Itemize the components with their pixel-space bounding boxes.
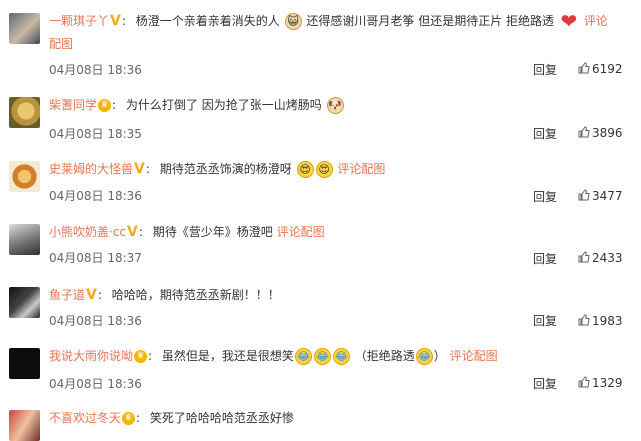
comment-text: 期待范丞丞饰演的杨澄呀 [159, 162, 292, 176]
comment-body: 我说大雨你说呦 ♛: 虽然但是，我还是很想笑 😂 😂 😂 （拒绝路透 😂） 评论配图 [49, 348, 498, 365]
username-link[interactable]: 一颗琪子丫 [49, 14, 109, 28]
avatar[interactable] [9, 13, 40, 44]
cat-emoji-icon: 😺 [284, 13, 302, 30]
verified-v-icon: V [134, 161, 145, 177]
username-link[interactable]: 鱼子道 [49, 288, 85, 302]
comment-body: 史莱姆的大怪兽V: 期待范丞丞饰演的杨澄呀 😍 😍 评论配图 [49, 161, 385, 178]
comment-body: 鱼子道V: 哈哈哈，期待范丞丞新剧！！！ [49, 287, 280, 304]
reply-button[interactable]: 回复 [533, 250, 557, 267]
username-link[interactable]: 我说大雨你说呦 [49, 349, 133, 363]
like-button[interactable]: 1983 [578, 314, 623, 328]
comment-image-link[interactable]: 评论配图 [450, 349, 498, 363]
like-button[interactable]: 6192 [578, 62, 623, 76]
username-link[interactable]: 柴蓍同学 [49, 98, 97, 112]
colon: : [138, 225, 143, 239]
timestamp: 04月08日 18:36 [49, 377, 142, 391]
like-count: 3896 [592, 126, 623, 140]
laugh-emoji-icon: 😍 [315, 161, 333, 178]
comment-text: （拒绝路透 [354, 349, 415, 363]
laugh-cry-emoji-icon: 😂 [313, 348, 331, 365]
avatar[interactable] [9, 348, 40, 379]
username-link[interactable]: 小熊吹奶盖·cc [49, 225, 126, 239]
timestamp: 04月08日 18:35 [49, 127, 142, 141]
colon: : [97, 288, 102, 302]
like-count: 2433 [592, 251, 623, 265]
reply-button[interactable]: 回复 [533, 61, 557, 78]
avatar[interactable] [9, 161, 40, 192]
thumbs-up-icon [578, 314, 590, 326]
like-count: 6192 [592, 62, 623, 76]
thumbs-up-icon [578, 376, 590, 388]
like-button[interactable]: 2433 [578, 251, 623, 265]
verified-v-icon: V [110, 13, 121, 29]
avatar[interactable] [9, 224, 40, 255]
like-button[interactable]: 3477 [578, 189, 623, 203]
like-count: 1329 [592, 376, 623, 390]
verified-v-icon: V [127, 224, 138, 240]
thumbs-up-icon [578, 62, 590, 74]
reply-button[interactable]: 回复 [533, 125, 557, 142]
colon: : [112, 98, 117, 112]
like-button[interactable]: 1329 [578, 376, 623, 390]
laugh-emoji-icon: 😍 [296, 161, 314, 178]
timestamp: 04月08日 18:36 [49, 314, 142, 328]
timestamp: 04月08日 18:36 [49, 63, 142, 77]
username-link[interactable]: 不喜欢过冬天 [49, 411, 121, 425]
comment-body: 小熊吹奶盖·ccV: 期待《营少年》杨澄吧 评论配图 [49, 224, 325, 241]
comment-image-link[interactable]: 评论配图 [277, 225, 325, 239]
comment-text: 杨澄一个亲着亲着消失的人 [135, 14, 280, 28]
comment-body: 一颗琪子丫V: 杨澄一个亲着亲着消失的人 😺 还得感谢川哥月老筝 但还是期待正片… [49, 10, 619, 56]
comment-text: 还得感谢川哥月老筝 但还是期待正片 拒绝路透 [306, 14, 555, 28]
comment-text: 期待《营少年》杨澄吧 [152, 225, 273, 239]
comment-image-link[interactable]: 评论配图 [337, 162, 385, 176]
thumbs-up-icon [578, 189, 590, 201]
heart-emoji-icon: ❤ [560, 9, 578, 33]
like-count: 3477 [592, 189, 623, 203]
timestamp: 04月08日 18:36 [49, 189, 142, 203]
verified-v-icon: V [86, 287, 97, 303]
vip-crown-icon: ♛ [98, 99, 112, 112]
avatar[interactable] [9, 97, 40, 128]
laugh-cry-emoji-icon: 😂 [332, 348, 350, 365]
timestamp: 04月08日 18:37 [49, 251, 142, 265]
avatar[interactable] [9, 410, 40, 441]
comment-text: 哈哈哈，期待范丞丞新剧！！！ [111, 288, 280, 302]
like-button[interactable]: 3896 [578, 126, 623, 140]
comment-text: 虽然但是，我还是很想笑 [161, 349, 294, 363]
laugh-cry-emoji-icon: 😂 [294, 348, 312, 365]
username-link[interactable]: 史莱姆的大怪兽 [49, 162, 133, 176]
dog-emoji-icon: 🐶 [326, 97, 344, 114]
comment-body: 不喜欢过冬天 ♛: 笑死了哈哈哈哈范丞丞好惨 [49, 410, 294, 427]
like-count: 1983 [592, 314, 623, 328]
colon: : [148, 349, 153, 363]
vip-crown-icon: ♛ [122, 412, 136, 425]
vip-crown-icon: ♛ [134, 350, 148, 363]
comment-body: 柴蓍同学 ♛: 为什么打倒了 因为抢了张一山烤肠吗 🐶 [49, 97, 345, 114]
comment-text: 笑死了哈哈哈哈范丞丞好惨 [149, 411, 294, 425]
comment-text: 为什么打倒了 因为抢了张一山烤肠吗 [125, 98, 322, 112]
reply-button[interactable]: 回复 [533, 312, 557, 329]
avatar[interactable] [9, 287, 40, 318]
thumbs-up-icon [578, 126, 590, 138]
thumbs-up-icon [578, 251, 590, 263]
colon: : [145, 162, 150, 176]
reply-button[interactable]: 回复 [533, 375, 557, 392]
laugh-cry-emoji-icon: 😂 [415, 348, 433, 365]
colon: : [121, 14, 126, 28]
colon: : [136, 411, 141, 425]
comment-text: ） [433, 349, 446, 363]
reply-button[interactable]: 回复 [533, 188, 557, 205]
